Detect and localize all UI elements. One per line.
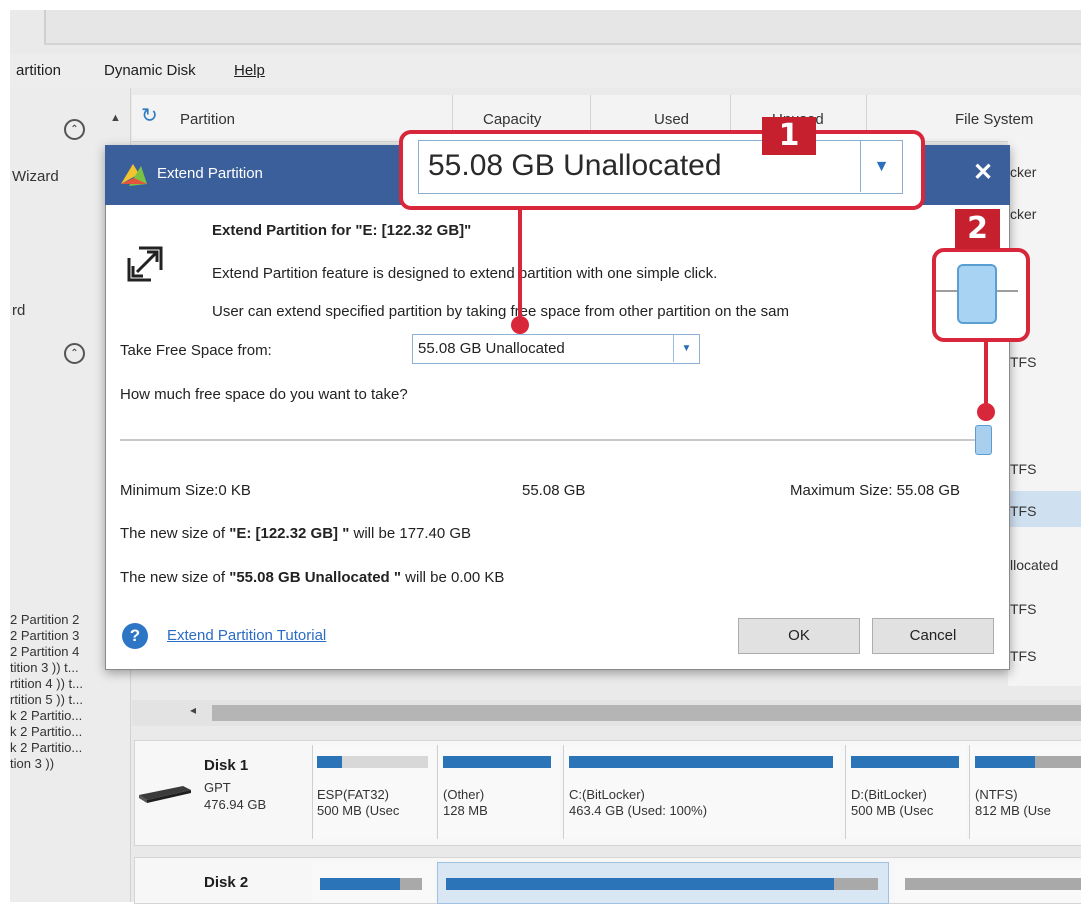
- zoomed-combo-value: 55.08 GB Unallocated: [428, 149, 722, 182]
- dropdown-arrow-icon: ▼: [860, 141, 902, 192]
- zoomed-slider-thumb: [957, 264, 997, 324]
- step-badge-1: 1: [762, 117, 816, 155]
- step-badge-2: 2: [955, 209, 1000, 249]
